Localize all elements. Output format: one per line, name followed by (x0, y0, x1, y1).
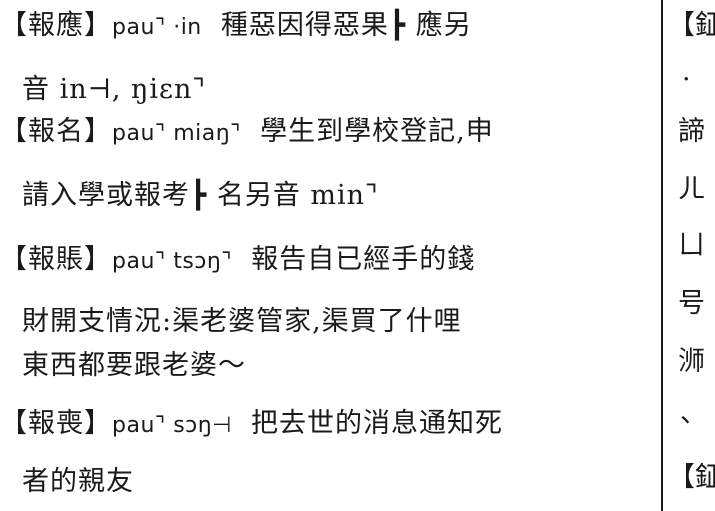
pronunciation: pau⌝ ·in (112, 15, 202, 40)
headword: 【報喪】 (0, 408, 112, 439)
entry-bao-zhang-line-3: 東西都要跟老婆～ (22, 344, 246, 388)
fragment-line: 、 (680, 398, 707, 429)
fragment-line: 号 (678, 288, 705, 319)
headword: 【報應】 (0, 10, 112, 41)
definition: 報告自已經手的錢 (251, 244, 476, 275)
fragment-line: ㄩ (678, 230, 705, 261)
definition: 學生到學校登記,申 (260, 116, 494, 147)
definition-continuation: 者的親友 (22, 466, 134, 497)
pronunciation: pau⌝ sɔŋ⊣ (112, 413, 232, 438)
definition-continuation: 請入學或報考┣ 名另音 min⌝ (22, 180, 379, 211)
fragment-line: · (682, 64, 691, 95)
pronunciation: pau⌝ tsɔŋ⌝ (112, 249, 233, 274)
entry-bao-zhang-line-1: 【報賬】pau⌝ tsɔŋ⌝ 報告自已經手的錢 (0, 238, 475, 282)
definition-continuation: 音 in⊣, ŋiɛn⌝ (22, 74, 207, 105)
fragment-line: ㄦ (678, 174, 705, 205)
entry-bao-ying-line-1: 【報應】pau⌝ ·in 種惡因得惡果┣ 應另 (0, 4, 472, 48)
pronunciation: pau⌝ miaŋ⌝ (112, 121, 241, 146)
definition: 種惡因得惡果┣ 應另 (220, 10, 472, 41)
fragment-line: 浉 (678, 346, 705, 377)
entry-bao-zhang-line-2: 財開支情況:渠老婆管家,渠買了什哩 (22, 300, 462, 344)
entry-bao-sang-line-2: 者的親友 (22, 460, 134, 504)
definition-continuation: 財開支情況:渠老婆管家,渠買了什哩 (22, 306, 462, 337)
entry-bao-ming-line-2: 請入學或報考┣ 名另音 min⌝ (22, 174, 379, 218)
headword: 【報賬】 (0, 244, 112, 275)
definition: 把去世的消息通知死 (251, 408, 504, 439)
entry-bao-sang-line-1: 【報喪】pau⌝ sɔŋ⊣ 把去世的消息通知死 (0, 402, 503, 446)
headword: 【報名】 (0, 116, 112, 147)
fragment-line: 【鉦 (668, 10, 715, 41)
fragment-line: 諦 (678, 116, 705, 147)
entry-bao-ming-line-1: 【報名】pau⌝ miaŋ⌝ 學生到學校登記,申 (0, 110, 494, 154)
column-divider (661, 0, 663, 511)
left-dictionary-column: 【報應】pau⌝ ·in 種惡因得惡果┣ 應另 音 in⊣, ŋiɛn⌝ 【報名… (0, 0, 660, 511)
entry-bao-ying-line-2: 音 in⊣, ŋiɛn⌝ (22, 68, 206, 112)
fragment-line: 【鉦 (668, 462, 715, 493)
definition-continuation: 東西都要跟老婆～ (22, 350, 246, 381)
right-dictionary-column-cropped: 【鉦 · 諦 ㄦ ㄩ 号 浉 、 【鉦 (668, 0, 715, 511)
